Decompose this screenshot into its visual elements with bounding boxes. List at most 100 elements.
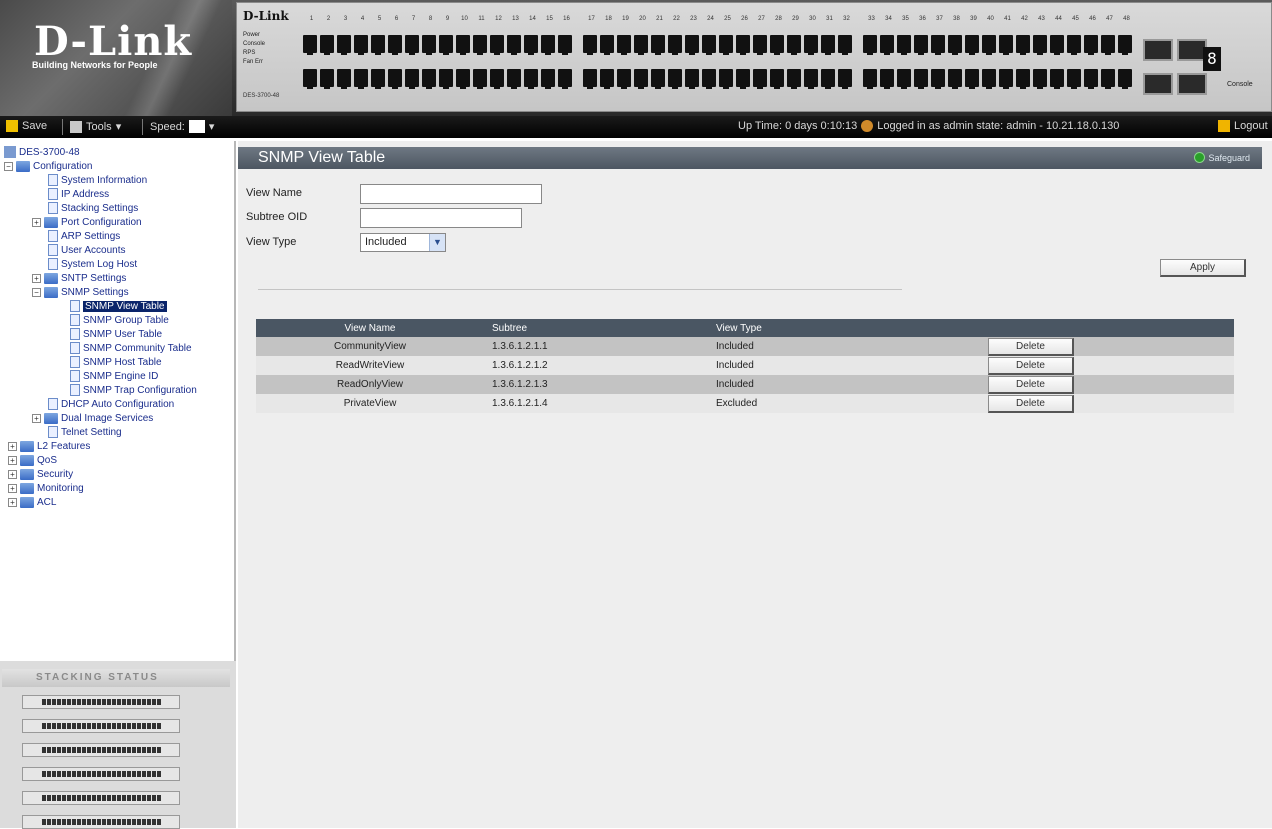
ethernet-port[interactable] — [439, 69, 453, 89]
ethernet-port[interactable] — [439, 35, 453, 55]
delete-button[interactable]: Delete — [988, 394, 1074, 413]
ethernet-port[interactable] — [303, 35, 317, 55]
ethernet-port[interactable] — [1067, 69, 1081, 89]
ethernet-port[interactable] — [524, 69, 538, 89]
ethernet-port[interactable] — [320, 35, 334, 55]
ethernet-port[interactable] — [405, 35, 419, 55]
ethernet-port[interactable] — [999, 35, 1013, 55]
stack-unit[interactable] — [22, 695, 180, 709]
ethernet-port[interactable] — [320, 69, 334, 89]
expand-icon[interactable]: + — [8, 497, 17, 507]
ethernet-port[interactable] — [422, 69, 436, 89]
tree-item-snmp-trap-configuration[interactable]: SNMP Trap Configuration — [70, 383, 197, 397]
ethernet-port[interactable] — [634, 35, 648, 55]
ethernet-port[interactable] — [388, 69, 402, 89]
sfp-port[interactable] — [1143, 73, 1173, 95]
tree-item-snmp-engine-id[interactable]: SNMP Engine ID — [70, 369, 158, 383]
ethernet-port[interactable] — [897, 69, 911, 89]
ethernet-port[interactable] — [787, 35, 801, 55]
expand-icon[interactable]: + — [32, 273, 41, 283]
ethernet-port[interactable] — [558, 35, 572, 55]
ethernet-port[interactable] — [753, 35, 767, 55]
ethernet-port[interactable] — [617, 69, 631, 89]
tools-menu[interactable]: Tools ▾ — [70, 120, 121, 133]
ethernet-port[interactable] — [965, 69, 979, 89]
ethernet-port[interactable] — [651, 69, 665, 89]
ethernet-port[interactable] — [719, 35, 733, 55]
safeguard-indicator[interactable]: Safeguard — [1194, 152, 1250, 163]
ethernet-port[interactable] — [770, 69, 784, 89]
sfp-port[interactable] — [1143, 39, 1173, 61]
ethernet-port[interactable] — [982, 69, 996, 89]
tree-folder-l2-features[interactable]: + L2 Features — [8, 439, 90, 453]
ethernet-port[interactable] — [405, 69, 419, 89]
ethernet-port[interactable] — [541, 69, 555, 89]
tree-item-user-accounts[interactable]: User Accounts — [48, 243, 125, 257]
ethernet-port[interactable] — [880, 69, 894, 89]
ethernet-port[interactable] — [456, 69, 470, 89]
tree-folder-security[interactable]: + Security — [8, 467, 73, 481]
expand-icon[interactable]: + — [32, 413, 41, 423]
tree-folder-monitoring[interactable]: + Monitoring — [8, 481, 84, 495]
ethernet-port[interactable] — [787, 69, 801, 89]
tree-item-arp-settings[interactable]: ARP Settings — [48, 229, 120, 243]
apply-button[interactable]: Apply — [1160, 259, 1246, 277]
ethernet-port[interactable] — [600, 69, 614, 89]
ethernet-port[interactable] — [337, 35, 351, 55]
ethernet-port[interactable] — [1050, 35, 1064, 55]
collapse-icon[interactable]: − — [32, 287, 41, 297]
tree-folder-sntp-settings[interactable]: + SNTP Settings — [32, 271, 126, 285]
ethernet-port[interactable] — [702, 35, 716, 55]
ethernet-port[interactable] — [490, 35, 504, 55]
ethernet-port[interactable] — [1084, 69, 1098, 89]
ethernet-port[interactable] — [880, 35, 894, 55]
speed-field[interactable] — [188, 120, 205, 133]
tree-item-snmp-user-table[interactable]: SNMP User Table — [70, 327, 162, 341]
view-name-input[interactable] — [360, 184, 542, 204]
subtree-oid-input[interactable] — [360, 208, 522, 228]
expand-icon[interactable]: + — [8, 483, 17, 493]
ethernet-port[interactable] — [1016, 69, 1030, 89]
tree-folder-snmp-settings[interactable]: − SNMP Settings — [32, 285, 129, 299]
ethernet-port[interactable] — [303, 69, 317, 89]
ethernet-port[interactable] — [583, 35, 597, 55]
ethernet-port[interactable] — [736, 69, 750, 89]
ethernet-port[interactable] — [668, 35, 682, 55]
speed-control[interactable]: Speed: ▾ — [150, 120, 214, 133]
ethernet-port[interactable] — [507, 69, 521, 89]
view-type-select[interactable]: Included ▼ — [360, 233, 446, 252]
tree-item-system-log-host[interactable]: System Log Host — [48, 257, 137, 271]
ethernet-port[interactable] — [354, 69, 368, 89]
ethernet-port[interactable] — [897, 35, 911, 55]
ethernet-port[interactable] — [388, 35, 402, 55]
ethernet-port[interactable] — [914, 35, 928, 55]
tree-item-dhcp-auto-configuration[interactable]: DHCP Auto Configuration — [48, 397, 174, 411]
ethernet-port[interactable] — [371, 35, 385, 55]
ethernet-port[interactable] — [770, 35, 784, 55]
ethernet-port[interactable] — [948, 69, 962, 89]
expand-icon[interactable]: + — [32, 217, 41, 227]
tree-item-system-information[interactable]: System Information — [48, 173, 147, 187]
ethernet-port[interactable] — [685, 69, 699, 89]
ethernet-port[interactable] — [1016, 35, 1030, 55]
stack-unit[interactable] — [22, 767, 180, 781]
ethernet-port[interactable] — [1118, 69, 1132, 89]
ethernet-port[interactable] — [473, 69, 487, 89]
ethernet-port[interactable] — [371, 69, 385, 89]
stack-unit[interactable] — [22, 791, 180, 805]
expand-icon[interactable]: + — [8, 455, 17, 465]
ethernet-port[interactable] — [507, 35, 521, 55]
ethernet-port[interactable] — [651, 35, 665, 55]
ethernet-port[interactable] — [999, 69, 1013, 89]
ethernet-port[interactable] — [617, 35, 631, 55]
expand-icon[interactable]: + — [8, 469, 17, 479]
ethernet-port[interactable] — [914, 69, 928, 89]
ethernet-port[interactable] — [337, 69, 351, 89]
ethernet-port[interactable] — [1033, 35, 1047, 55]
ethernet-port[interactable] — [354, 35, 368, 55]
ethernet-port[interactable] — [558, 69, 572, 89]
ethernet-port[interactable] — [1033, 69, 1047, 89]
tree-item-snmp-host-table[interactable]: SNMP Host Table — [70, 355, 162, 369]
ethernet-port[interactable] — [1118, 35, 1132, 55]
ethernet-port[interactable] — [668, 69, 682, 89]
